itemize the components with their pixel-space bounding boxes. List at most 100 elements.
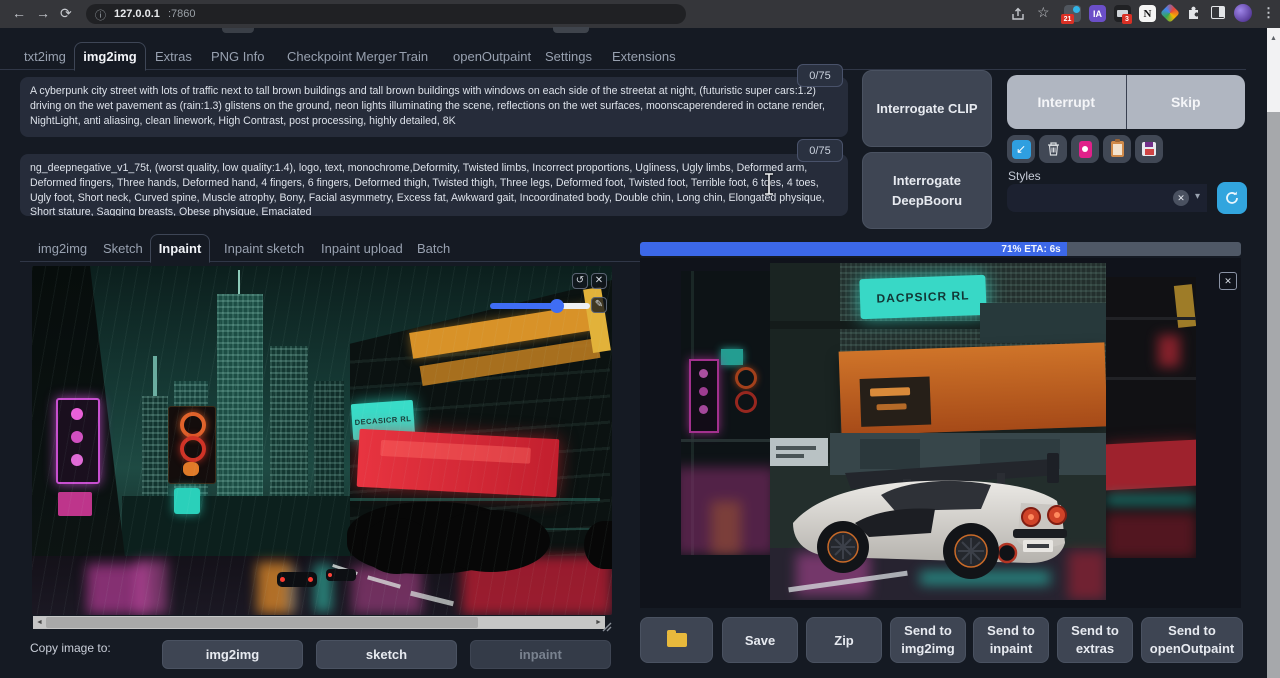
extension-icon-diamond[interactable] xyxy=(1160,3,1180,23)
extension-icon-camera[interactable]: 3 xyxy=(1114,5,1131,22)
slider-track-rest xyxy=(560,303,590,309)
url-port: :7860 xyxy=(168,8,196,20)
canvas-resize-handle[interactable] xyxy=(600,620,612,632)
negative-prompt-token-counter: 0/75 xyxy=(797,139,843,162)
prompt-textarea[interactable]: A cyberpunk city street with lots of tra… xyxy=(20,77,848,137)
browser-forward-button[interactable]: → xyxy=(36,5,50,21)
copy-to-inpaint-label: inpaint xyxy=(519,647,562,662)
scrolled-element-remnant xyxy=(553,27,589,33)
scrollbar-up-button[interactable]: ▲ xyxy=(1267,28,1280,48)
profile-avatar[interactable] xyxy=(1234,4,1252,22)
subtab-inpaint-upload[interactable]: Inpaint upload xyxy=(321,241,403,256)
subtab-inpaint-sketch[interactable]: Inpaint sketch xyxy=(224,241,304,256)
browser-scrollbar[interactable]: ▲ xyxy=(1267,28,1280,678)
copy-to-img2img-button[interactable]: img2img xyxy=(162,640,303,669)
apply-style-button[interactable] xyxy=(1103,135,1131,163)
card-icon xyxy=(1079,141,1092,158)
share-icon[interactable] xyxy=(1010,6,1026,22)
tab-train[interactable]: Train xyxy=(399,49,428,64)
save-button[interactable]: Save xyxy=(722,617,798,663)
chrome-menu-icon[interactable]: ⋮ xyxy=(1262,5,1275,21)
styles-label: Styles xyxy=(1008,169,1041,183)
send-to-img2img-button[interactable]: Send toimg2img xyxy=(890,617,966,663)
browser-back-button[interactable]: ← xyxy=(12,5,26,21)
trash-icon xyxy=(1046,141,1061,157)
side-panel-icon[interactable] xyxy=(1211,6,1225,19)
result-orange-banner xyxy=(839,342,1106,435)
browser-reload-button[interactable]: ⟳ xyxy=(60,5,72,22)
tab-txt2img[interactable]: txt2img xyxy=(24,49,66,64)
copy-to-sketch-button[interactable]: sketch xyxy=(316,640,457,669)
save-label: Save xyxy=(745,633,775,648)
close-icon: ✕ xyxy=(1224,276,1232,287)
tab-img2img[interactable]: img2img xyxy=(74,42,146,71)
canvas-undo-button[interactable]: ↺ xyxy=(572,273,588,289)
clear-prompt-button[interactable] xyxy=(1039,135,1067,163)
tab-extras[interactable]: Extras xyxy=(155,49,192,64)
skip-label: Skip xyxy=(1171,94,1201,110)
up-arrow-icon: ▲ xyxy=(1270,35,1277,42)
scrolled-element-remnant xyxy=(222,28,254,33)
extension-icon-ia[interactable]: IA xyxy=(1089,5,1106,22)
interrogate-clip-label: Interrogate CLIP xyxy=(876,101,977,116)
canvas-scrollbar[interactable]: ◄ ► xyxy=(33,616,605,629)
styles-refresh-button[interactable] xyxy=(1217,182,1247,214)
negative-prompt-textarea[interactable]: ng_deepnegative_v1_75t, (worst quality, … xyxy=(20,154,848,216)
gallery-image-next[interactable] xyxy=(1106,277,1196,558)
tab-openoutpaint[interactable]: openOutpaint xyxy=(453,49,531,64)
interrogate-deepbooru-button[interactable]: Interrogate DeepBooru xyxy=(862,152,992,229)
progress-label: 71% ETA: 6s xyxy=(1001,244,1060,255)
copy-image-to-label: Copy image to: xyxy=(30,641,111,655)
open-folder-button[interactable] xyxy=(640,617,713,663)
prompt-token-counter: 0/75 xyxy=(797,64,843,87)
brush-size-slider[interactable] xyxy=(490,302,590,310)
scrollbar-left-arrow[interactable]: ◄ xyxy=(33,616,46,629)
tab-png-info[interactable]: PNG Info xyxy=(211,49,264,64)
save-style-button[interactable] xyxy=(1135,135,1163,163)
send-to-inpaint-button[interactable]: Send toinpaint xyxy=(973,617,1049,663)
styles-dropdown[interactable]: ✕ ▾ xyxy=(1007,184,1207,212)
extensions-puzzle-icon[interactable] xyxy=(1186,6,1201,21)
subtab-img2img[interactable]: img2img xyxy=(38,241,87,256)
subtab-batch[interactable]: Batch xyxy=(417,241,450,256)
ibeam-mouse-cursor xyxy=(763,172,775,196)
brush-tool-button[interactable]: ✎ xyxy=(591,297,607,313)
browser-toolbar: ← → ⟳ ⓘ 127.0.0.1 :7860 ☆ 21 IA 3 N ⋮ xyxy=(0,0,1280,28)
tab-extensions[interactable]: Extensions xyxy=(612,49,676,64)
refresh-icon xyxy=(1224,190,1240,206)
interrupt-button[interactable]: Interrupt xyxy=(1007,75,1127,129)
paste-params-button[interactable]: ↙ xyxy=(1007,135,1035,163)
send-to-openoutpaint-button[interactable]: Send toopenOutpaint xyxy=(1141,617,1243,663)
zip-label: Zip xyxy=(834,633,854,648)
result-teal-sign: DACPSICR RL xyxy=(859,275,986,319)
copy-to-inpaint-button[interactable]: inpaint xyxy=(470,640,611,669)
canvas-clear-button[interactable]: ✕ xyxy=(591,273,607,289)
styles-clear-icon[interactable]: ✕ xyxy=(1173,190,1189,206)
gallery-close-button[interactable]: ✕ xyxy=(1219,272,1237,290)
tab-settings[interactable]: Settings xyxy=(545,49,592,64)
subtab-sketch[interactable]: Sketch xyxy=(103,241,143,256)
side-panel-fill xyxy=(1219,7,1224,17)
gallery-image-previous[interactable] xyxy=(681,271,770,555)
zip-button[interactable]: Zip xyxy=(806,617,882,663)
interrogate-clip-button[interactable]: Interrogate CLIP xyxy=(862,70,992,147)
styles-caret-icon[interactable]: ▾ xyxy=(1195,191,1200,202)
scrollbar-thumb[interactable] xyxy=(46,617,478,628)
site-info-icon[interactable]: ⓘ xyxy=(95,7,106,23)
address-bar[interactable]: ⓘ 127.0.0.1 :7860 xyxy=(86,4,686,24)
url-host: 127.0.0.1 xyxy=(114,8,160,20)
subtab-inpaint[interactable]: Inpaint xyxy=(150,234,210,263)
slider-handle[interactable] xyxy=(550,299,564,313)
extension-icon-notion[interactable]: N xyxy=(1139,5,1156,22)
extension-badge: 3 xyxy=(1122,14,1132,24)
extension-icon-1[interactable]: 21 xyxy=(1064,5,1081,22)
tab-checkpoint-merger[interactable]: Checkpoint Merger xyxy=(287,49,397,64)
scrollbar-thumb[interactable] xyxy=(1267,48,1280,112)
bookmark-star-icon[interactable]: ☆ xyxy=(1037,4,1050,21)
skip-button[interactable]: Skip xyxy=(1127,75,1246,129)
gallery-image-current[interactable]: DACPSICR RL xyxy=(770,263,1106,600)
inpaint-canvas[interactable]: DECASICR RL xyxy=(32,266,612,615)
extra-networks-button[interactable] xyxy=(1071,135,1099,163)
send-to-extras-button[interactable]: Send toextras xyxy=(1057,617,1133,663)
rain-overlay xyxy=(32,266,612,615)
